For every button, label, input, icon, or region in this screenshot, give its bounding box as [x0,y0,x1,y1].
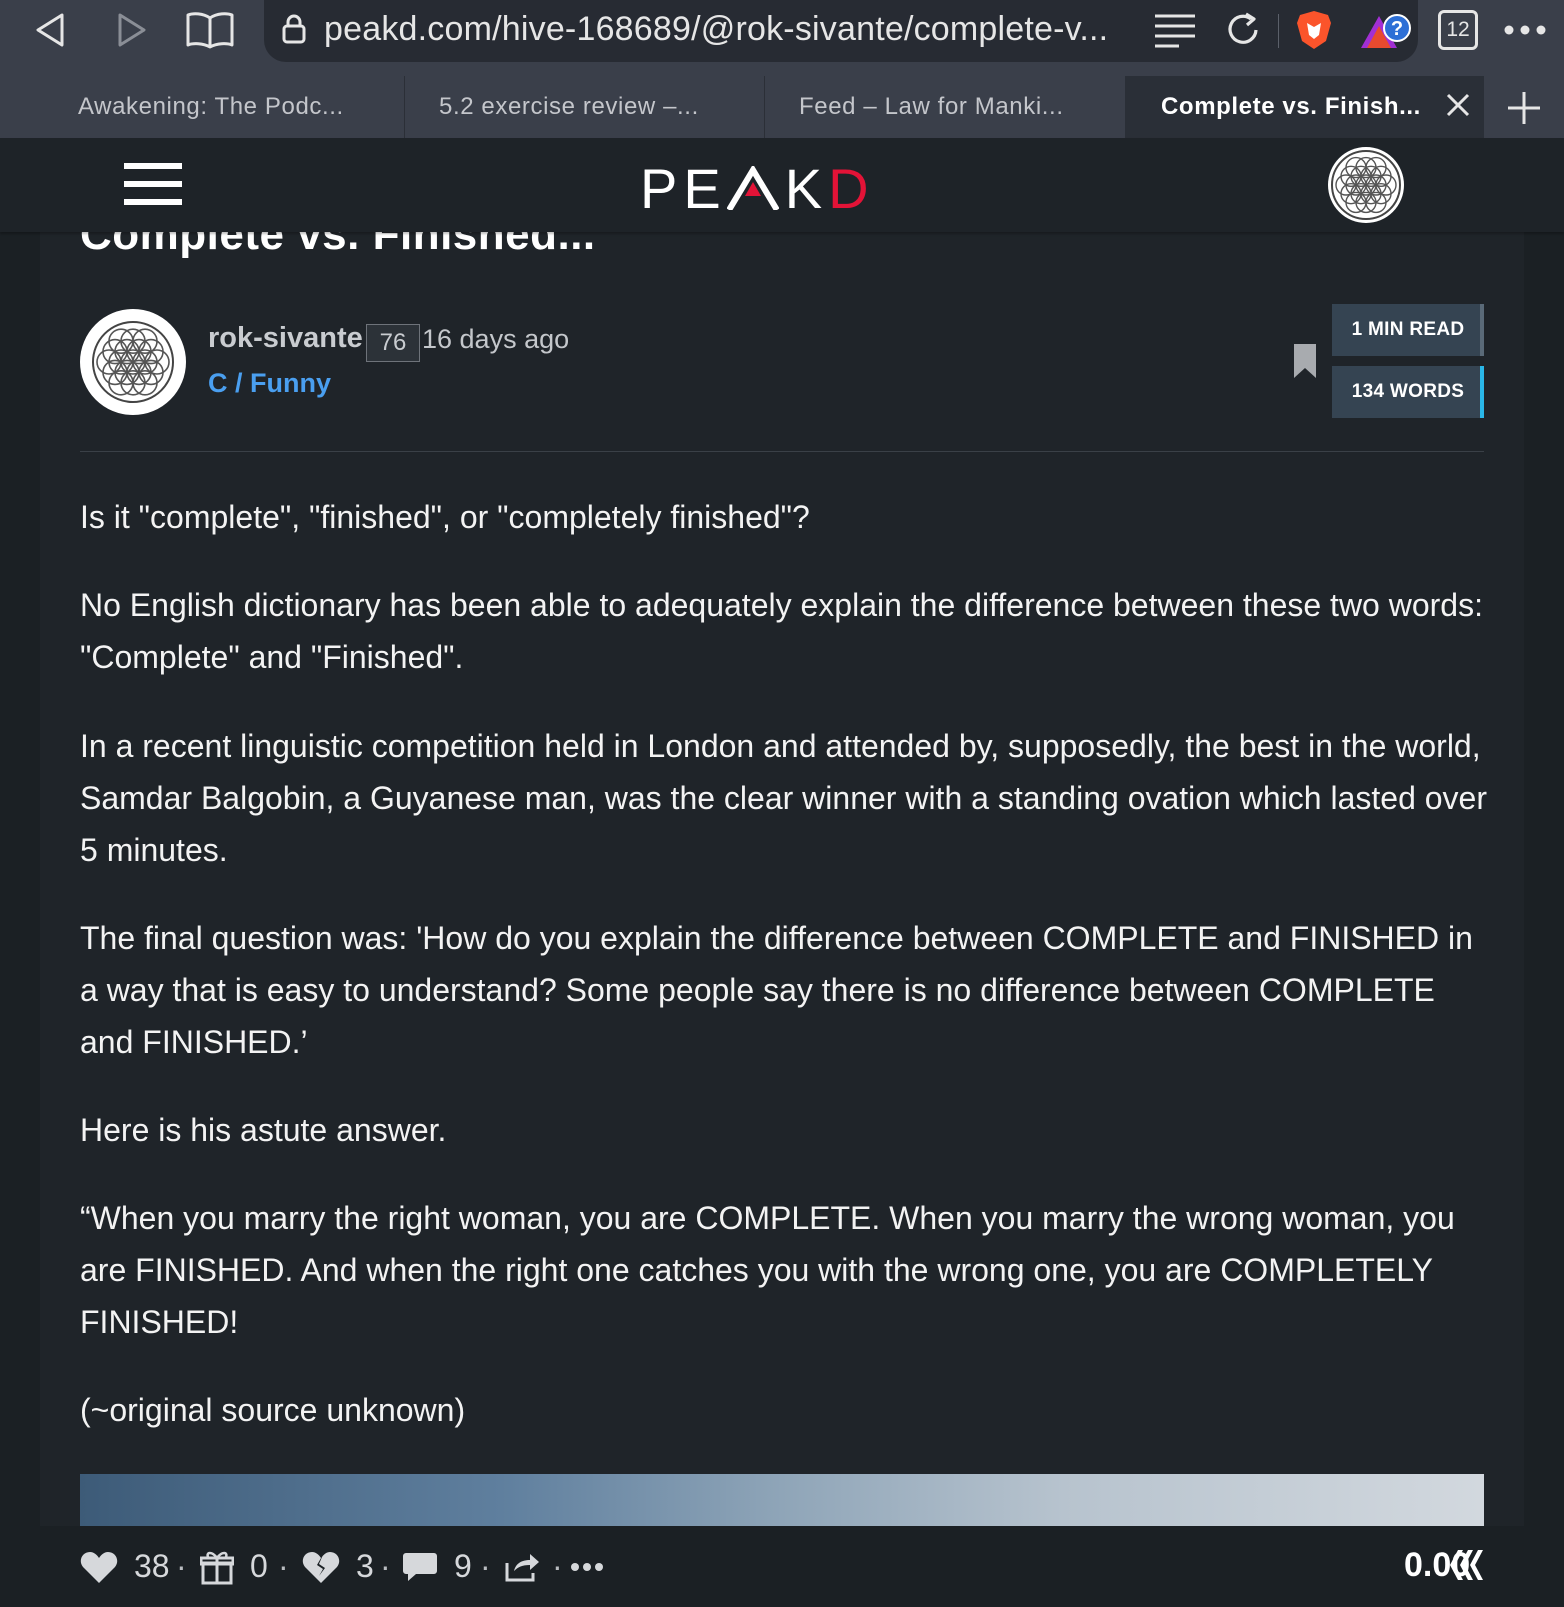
bookmark-icon[interactable] [1294,344,1316,383]
gift-icon [200,1549,234,1585]
tab-label: 5.2 exercise review –... [439,93,699,120]
hamburger-menu-icon[interactable] [124,162,182,211]
post-paragraph: Is it "complete", "finished", or "comple… [80,499,810,535]
separator: · [552,1548,563,1584]
tab-switcher-button[interactable]: 12 [1436,0,1480,60]
svg-text:?: ? [1391,18,1403,40]
post-paragraph: (~original source unknown) [80,1392,466,1428]
tab-awakening[interactable]: Awakening: The Podc... [0,76,404,138]
upvote-button[interactable]: 38 [80,1526,170,1607]
separator: · [380,1548,391,1584]
post-paragraph: In a recent linguistic competition held … [80,728,1487,868]
word-count-label: 134 WORDS [1351,381,1465,402]
lock-icon [282,14,306,49]
tab-label: Awakening: The Podc... [78,93,344,120]
post-paragraph: The final question was: 'How do you expl… [80,920,1473,1060]
heart-icon [80,1550,118,1584]
reload-icon[interactable] [1218,0,1268,60]
tip-count: 0 [250,1548,268,1584]
broken-heart-icon [302,1550,340,1584]
close-tab-icon[interactable] [1445,92,1471,125]
logo-text-start: PE [640,157,727,220]
separator: · [278,1548,289,1584]
comments-button[interactable]: 9 [402,1526,472,1607]
browser-toolbar: peakd.com/hive-168689/@rok-sivante/compl… [0,0,1564,76]
separator: · [176,1548,187,1584]
site-header: PE KD [0,138,1564,232]
flower-of-life-icon [92,321,174,403]
hive-logo-icon [1448,1548,1486,1587]
brave-rewards-icon[interactable]: ? [1356,0,1412,60]
post-image[interactable] [80,1474,1484,1526]
post-action-bar: 38 · 0 · 3 · 9 · · 0.00 [40,1526,1524,1607]
header-divider [80,451,1484,452]
tab-feed[interactable]: Feed – Law for Manki... [765,76,1124,138]
tab-count: 12 [1438,10,1478,50]
read-time-badge: 1 MIN READ [1332,304,1484,356]
new-tab-icon[interactable] [1506,90,1542,131]
user-avatar[interactable] [1328,147,1404,223]
author-avatar[interactable] [80,309,186,415]
tab-exercise-review[interactable]: 5.2 exercise review –... [405,76,764,138]
logo-text-end: D [828,157,875,220]
comment-icon [402,1551,438,1583]
post-date[interactable]: 16 days ago [422,324,569,355]
read-time-label: 1 MIN READ [1351,319,1465,340]
tab-complete-vs-finished[interactable]: Complete vs. Finish... [1125,76,1484,138]
post-paragraph: Here is his astute answer. [80,1112,447,1148]
more-actions-icon[interactable] [570,1526,604,1607]
logo-text-mid: K [784,157,829,220]
downvote-button[interactable]: 3 [302,1526,374,1607]
reputation-badge: 76 [366,324,420,362]
back-icon[interactable] [24,0,76,60]
logo-peak-glyph [726,158,780,212]
peakd-logo[interactable]: PE KD [640,156,875,221]
post-paragraph: No English dictionary has been able to a… [80,587,1483,675]
flower-of-life-icon [1331,150,1401,220]
url-text: peakd.com/hive-168689/@rok-sivante/compl… [324,10,1109,48]
author-name[interactable]: rok-sivante [208,322,363,355]
reader-book-icon[interactable] [182,0,238,60]
more-menu-icon[interactable] [1500,0,1550,60]
share-icon [504,1551,540,1583]
tab-label: Feed – Law for Manki... [799,93,1064,120]
tab-label: Complete vs. Finish... [1161,93,1421,120]
community-link[interactable]: C / Funny [208,368,331,399]
separator: · [480,1548,491,1584]
tab-strip: Awakening: The Podc... 5.2 exercise revi… [0,76,1564,138]
reader-mode-icon[interactable] [1150,0,1200,60]
brave-shields-icon[interactable] [1292,0,1336,60]
comment-count: 9 [454,1548,472,1584]
post-paragraph: “When you marry the right woman, you are… [80,1200,1455,1340]
forward-icon[interactable] [106,0,158,60]
tip-button[interactable]: 0 [200,1526,268,1607]
word-count-badge: 134 WORDS [1332,366,1484,418]
vote-count: 38 [134,1548,170,1584]
downvote-count: 3 [356,1548,374,1584]
share-button[interactable] [504,1526,540,1607]
